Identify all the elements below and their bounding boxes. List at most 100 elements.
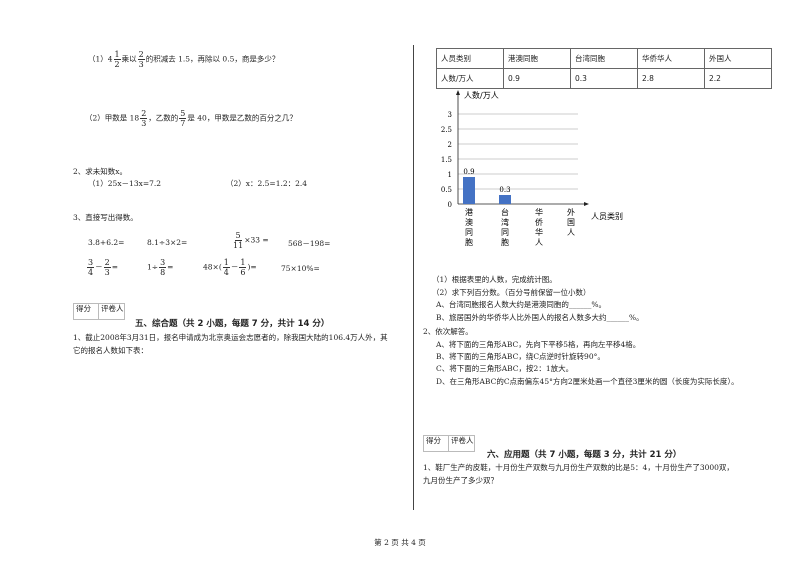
x-axis-arrow (584, 202, 589, 206)
x-tick-label-char: 侨 (535, 217, 543, 227)
right-text-line: C、将下面的三角形ABC，按2：1放大。 (436, 364, 574, 373)
score-label: 得分 (424, 436, 449, 451)
s6-q1-line: 1、鞋厂生产的皮鞋，十月份生产双数与九月份生产双数的比是5：4，十月份生产了30… (423, 463, 734, 472)
x-tick-label-char: 华 (535, 207, 543, 217)
exam-page: （1）4 1 2 乘以 2 3 的积减去 1.5，再除以 0.5，商是多少？ （2）甲数是 … (0, 0, 800, 565)
calc-item: 5 11 ×33 = (232, 231, 269, 250)
numerator: 5 (179, 109, 187, 119)
denominator: 3 (104, 268, 110, 277)
fraction: 34 (87, 258, 95, 277)
right-text-line: A、将下面的三角形ABC，先向下平移5格，再向左平移4格。 (436, 340, 641, 349)
score-box: 得分 评卷人 (73, 303, 125, 320)
table-cell: 人员类别 (436, 48, 504, 69)
x-tick-label-char: 同 (501, 228, 509, 237)
right-text-line: D、在三角形ABC的C点南偏东45°方向2厘米处画一个直径3厘米的圆（长度为实际… (436, 377, 739, 386)
calc-item: 1÷ 3 8 = (147, 258, 174, 277)
table-cell: 台湾同胞 (570, 48, 638, 69)
x-tick-label-char: 澳 (465, 217, 473, 227)
score-label: 得分 (74, 304, 99, 319)
denominator: 4 (88, 268, 94, 277)
question-1-2: （2）甲数是 18 2 3 ，乙数的 5 7 是 40，甲数是乙数的百分之几？ (85, 109, 297, 128)
grader-label: 评卷人 (101, 304, 124, 313)
text: 1÷ (147, 262, 159, 272)
fraction: 14 (222, 258, 230, 277)
question-1-1: （1）4 1 2 乘以 2 3 的积减去 1.5，再除以 0.5，商是多少？ (88, 50, 279, 69)
x-tick-label-char: 外 (567, 207, 575, 217)
fraction: 12 (113, 50, 121, 69)
calc-item: 3 4 － 2 3 = (87, 258, 118, 277)
denominator: 2 (114, 60, 120, 69)
fraction: 57 (179, 109, 187, 128)
y-tick-label: 2 (448, 141, 452, 149)
y-tick-label: 0.5 (441, 186, 452, 194)
bar-chart: 00.511.522.53人数/万人人员类别0.9港澳同胞0.3台湾同胞华侨华人… (441, 90, 623, 247)
text: 48×( (203, 262, 222, 272)
numerator: 5 (234, 231, 242, 241)
fraction: 23 (103, 258, 111, 277)
numerator: 2 (103, 258, 111, 268)
s5-q1-line: 它的报名人数如下表： (73, 346, 148, 355)
x-tick-label-char: 胞 (465, 237, 473, 247)
right-text-line: （2）求下列百分数。（百分号前保留一位小数） (432, 288, 591, 297)
equation-2: （2）x：2.5=1.2：2.4 (226, 179, 308, 188)
numerator: 2 (140, 109, 148, 119)
section-5-title: 五、综合题（共 2 小题，每题 7 分，共计 14 分） (135, 319, 330, 329)
numerator: 1 (113, 50, 121, 60)
text: （2）甲数是 18 (85, 113, 140, 123)
x-tick-label-char: 台 (501, 207, 509, 217)
table-header-row: 人员类别 港澳同胞 台湾同胞 华侨华人 外国人 (436, 48, 772, 69)
numerator: 3 (87, 258, 95, 268)
numerator: 2 (137, 50, 145, 60)
fraction: 23 (140, 109, 148, 128)
text: 的积减去 1.5，再除以 0.5，商是多少？ (145, 54, 280, 64)
denominator: 3 (141, 119, 147, 128)
score-box: 得分 评卷人 (423, 435, 475, 452)
right-text-line: B、旅居国外的华侨华人比外国人的报名人数多大约______%。 (436, 313, 644, 322)
denominator: 6 (240, 268, 246, 277)
y-axis-label: 人数/万人 (464, 90, 499, 100)
page-footer: 第 2 页 共 4 页 (374, 538, 426, 547)
table-cell: 华侨华人 (637, 48, 705, 69)
x-tick-label-char: 华 (535, 227, 543, 237)
x-tick-label-char: 港 (465, 207, 473, 217)
y-tick-label: 1 (448, 171, 452, 179)
calc-item: 8.1÷3×2= (147, 238, 188, 247)
numerator: 1 (239, 258, 247, 268)
calc-item: 75×10%= (281, 264, 320, 273)
table-cell: 2.2 (704, 68, 772, 89)
y-tick-label: 1.5 (441, 156, 452, 164)
question-3-title: 3、直接写出得数。 (73, 213, 138, 222)
calc-item: 3.8+6.2= (88, 238, 125, 247)
data-label: 0.9 (463, 168, 474, 176)
y-tick-label: 3 (448, 111, 452, 119)
right-text-line: A、台湾同胞报名人数大约是港澳同胞的______%。 (436, 300, 607, 309)
data-table: 人员类别 港澳同胞 台湾同胞 华侨华人 外国人 人数/万人 0.9 0.3 2.8 2.2 (436, 48, 772, 89)
denominator: 8 (160, 268, 166, 277)
text: （1）4 (88, 54, 113, 64)
x-tick-label-char: 湾 (501, 217, 509, 227)
right-text-line: （1）根据表里的人数，完成统计图。 (432, 275, 557, 284)
denominator: 4 (223, 268, 229, 277)
right-text-line: B、将下面的三角形ABC，绕C点逆时针旋转90°。 (436, 352, 605, 361)
bar (463, 177, 475, 204)
text: ，乙数的 (148, 113, 179, 123)
x-tick-label-char: 人 (567, 228, 575, 237)
x-axis-label: 人员类别 (591, 211, 623, 221)
table-cell: 港澳同胞 (503, 48, 571, 69)
x-tick-label-char: 国 (567, 218, 575, 227)
grader-label: 评卷人 (451, 436, 474, 445)
column-divider (413, 45, 414, 510)
fraction: 38 (159, 258, 167, 277)
y-tick-label: 0 (448, 201, 452, 209)
right-text-line: 2、依次解答。 (423, 327, 473, 336)
denominator: 3 (138, 60, 144, 69)
bar (499, 195, 511, 204)
y-axis-arrow (456, 90, 460, 95)
y-tick-label: 2.5 (441, 126, 452, 134)
numerator: 1 (222, 258, 230, 268)
text: 是 40，甲数是乙数的百分之几？ (187, 113, 297, 123)
x-tick-label-char: 人 (535, 238, 543, 247)
x-tick-label-char: 胞 (501, 237, 509, 247)
text: 乘以 (121, 54, 137, 64)
table-cell: 外国人 (704, 48, 772, 69)
